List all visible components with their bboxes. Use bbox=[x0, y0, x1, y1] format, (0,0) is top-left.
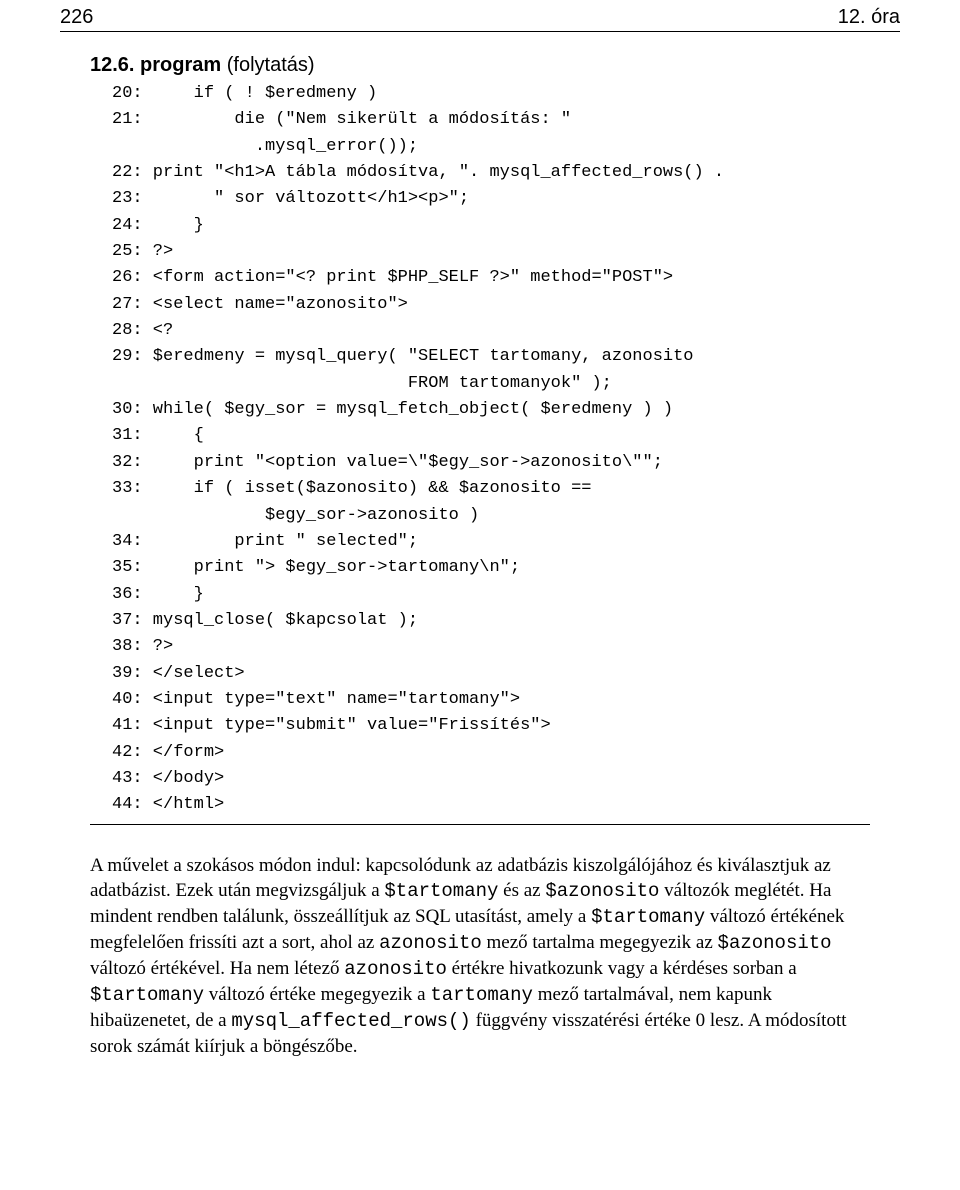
inline-code: $azonosito bbox=[545, 880, 659, 902]
page-header: 226 12. óra bbox=[60, 0, 900, 32]
text-fragment: és az bbox=[498, 880, 545, 901]
text-fragment: értékre hivatkozunk vagy a kérdéses sorb… bbox=[447, 958, 797, 979]
text-fragment: változó értékével. Ha nem létező bbox=[90, 958, 344, 979]
inline-code: $tartomany bbox=[591, 906, 705, 928]
text-fragment: változó értéke megegyezik a bbox=[204, 984, 430, 1005]
inline-code: mysql_affected_rows() bbox=[231, 1010, 470, 1032]
text-fragment: mező tartalma megegyezik az bbox=[482, 932, 718, 953]
page-number: 226 bbox=[60, 6, 93, 29]
program-suffix: (folytatás) bbox=[227, 54, 315, 76]
program-number: 12.6. bbox=[90, 54, 134, 76]
inline-code: tartomany bbox=[430, 984, 533, 1006]
chapter-title: 12. óra bbox=[838, 6, 900, 29]
program-title: 12.6. program (folytatás) bbox=[90, 54, 900, 77]
inline-code: $tartomany bbox=[384, 880, 498, 902]
code-listing: 20: if ( ! $eredmeny ) 21: die ("Nem sik… bbox=[112, 81, 900, 819]
inline-code: azonosito bbox=[344, 958, 447, 980]
explanation-paragraph: A művelet a szokásos módon indul: kapcso… bbox=[90, 853, 870, 1060]
inline-code: $azonosito bbox=[718, 932, 832, 954]
divider bbox=[90, 824, 870, 825]
program-label: program bbox=[140, 54, 221, 76]
inline-code: $tartomany bbox=[90, 984, 204, 1006]
inline-code: azonosito bbox=[379, 932, 482, 954]
